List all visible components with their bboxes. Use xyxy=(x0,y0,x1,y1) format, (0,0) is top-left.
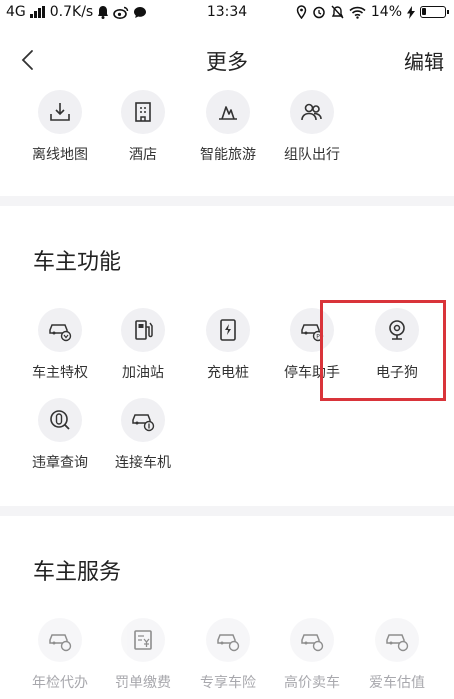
grid-item-label: 组队出行 xyxy=(284,147,340,163)
grid-item-offline-map[interactable]: 离线地图 xyxy=(16,90,104,164)
grid-item-violation-query[interactable]: 违章查询 xyxy=(16,398,104,472)
grid-item-car-valuation[interactable]: 爱车估值 xyxy=(353,618,441,692)
grid-item-hotel[interactable]: 酒店 xyxy=(99,90,187,164)
page-title: 更多 xyxy=(206,50,248,74)
grid-item-group-travel[interactable]: 组队出行 xyxy=(268,90,356,164)
grid-item-label: 酒店 xyxy=(129,147,157,163)
offline-map-icon xyxy=(50,103,70,121)
wifi-icon xyxy=(349,6,366,19)
grid-item-label: 高价卖车 xyxy=(284,675,340,691)
grid-item-charging-pile[interactable]: 充电桩 xyxy=(184,308,272,382)
grid-item-label: 智能旅游 xyxy=(200,147,256,163)
grid-item-label: 违章查询 xyxy=(32,455,88,471)
section-divider xyxy=(0,506,454,516)
car-valuation-icon xyxy=(386,634,409,652)
location-icon xyxy=(296,5,307,19)
battery-percent: 14% xyxy=(370,4,402,20)
grid-item-car-privilege[interactable]: 车主特权 xyxy=(16,308,104,382)
fine-payment-icon xyxy=(134,630,152,650)
nav-header: 更多 编辑 xyxy=(0,28,454,92)
grid-item-annual-inspection[interactable]: 年检代办 xyxy=(16,618,104,692)
mute-icon xyxy=(331,5,344,19)
grid-item-smart-travel[interactable]: 智能旅游 xyxy=(184,90,272,164)
section-title-owner-functions: 车主功能 xyxy=(33,250,122,275)
grid-item-label: 年检代办 xyxy=(32,675,88,691)
car-privilege-icon xyxy=(49,324,72,342)
grid-item-car-insurance[interactable]: 专享车险 xyxy=(184,618,272,692)
violation-query-icon xyxy=(50,410,70,430)
grid-item-label: 离线地图 xyxy=(32,147,88,163)
section-title-owner-services: 车主服务 xyxy=(33,560,122,585)
group-travel-icon xyxy=(301,103,322,121)
car-insurance-icon xyxy=(217,634,240,652)
grid-item-connect-car[interactable]: 连接车机 xyxy=(99,398,187,472)
alarm-icon xyxy=(313,6,325,19)
grid-item-label: 专享车险 xyxy=(200,675,256,691)
section-divider xyxy=(0,196,454,206)
highlight-box xyxy=(320,300,446,401)
grid-item-sell-car[interactable]: 高价卖车 xyxy=(268,618,356,692)
grid-item-label: 爱车估值 xyxy=(369,675,425,691)
edit-button[interactable]: 编辑 xyxy=(404,46,444,75)
smart-travel-icon xyxy=(219,106,237,120)
status-bar: 4G 0.7K/s 13:34 14% xyxy=(0,0,454,28)
charging-pile-icon xyxy=(220,319,236,341)
grid-item-label: 车主特权 xyxy=(32,365,88,381)
grid-item-label: 充电桩 xyxy=(207,365,249,381)
hotel-icon xyxy=(135,102,151,122)
annual-inspection-icon xyxy=(49,634,72,652)
grid-item-gas-station[interactable]: 加油站 xyxy=(99,308,187,382)
battery-icon xyxy=(420,6,449,18)
charging-bolt-icon xyxy=(407,5,415,19)
connect-car-icon xyxy=(132,414,155,432)
grid-item-fine-payment[interactable]: 罚单缴费 xyxy=(99,618,187,692)
sell-car-icon xyxy=(301,634,324,652)
grid-item-label: 连接车机 xyxy=(115,455,171,471)
grid-item-label: 加油站 xyxy=(122,365,164,381)
grid-item-label: 罚单缴费 xyxy=(115,675,171,691)
gas-station-icon xyxy=(135,320,153,340)
